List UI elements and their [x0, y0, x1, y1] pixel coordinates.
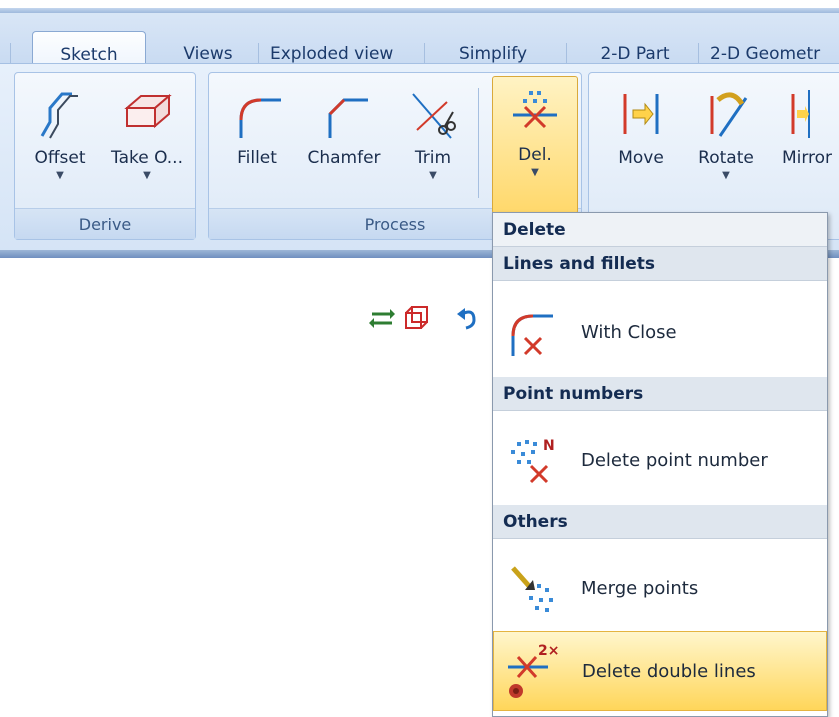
move-label: Move [618, 148, 664, 168]
menu-item-merge-points[interactable]: Merge points [493, 549, 827, 627]
menu-item-label: Delete double lines [582, 660, 756, 682]
menu-item-delete-point-number[interactable]: N Delete point number [493, 421, 827, 499]
offset-button[interactable]: Offset ▼ [24, 80, 96, 202]
take-over-label: Take O... [111, 148, 183, 168]
menu-item-label: With Close [581, 321, 677, 343]
tab-label: 2-D Geometr [710, 44, 821, 64]
badge-2x: 2× [538, 643, 559, 659]
trim-label: Trim [414, 148, 452, 168]
fillet-button[interactable]: Fillet [222, 80, 292, 202]
group-separator [478, 88, 479, 198]
rotate-button[interactable]: Rotate ▼ [686, 80, 766, 202]
tab-label: Simplify [458, 44, 528, 64]
delete-dropdown-menu: Delete Lines and fillets With Close Poin… [492, 212, 828, 717]
chevron-down-icon: ▼ [722, 170, 730, 181]
fillet-icon [239, 98, 281, 138]
chevron-down-icon: ▼ [143, 170, 151, 181]
group-label-derive: Derive [15, 208, 195, 239]
delete-icon [513, 91, 557, 129]
menu-item-delete-double-lines[interactable]: 2× Delete double lines [493, 631, 827, 711]
section-header-point-numbers: Point numbers [493, 377, 827, 411]
mirror-icon [791, 90, 810, 138]
with-close-icon [511, 314, 553, 356]
tab-separator [258, 43, 259, 65]
tab-label: 2-D Part [600, 44, 670, 64]
chevron-down-icon: ▼ [531, 167, 539, 178]
delete-button[interactable]: Del. ▼ [492, 76, 578, 214]
box-view-icon[interactable] [402, 304, 430, 332]
chevron-down-icon: ▼ [429, 170, 437, 181]
tab-separator [698, 43, 699, 65]
menu-item-label: Merge points [581, 577, 699, 599]
tab-label: Sketch [60, 45, 118, 65]
trim-icon [412, 93, 456, 139]
tab-label: Exploded view [270, 44, 394, 64]
tab-label: Views [183, 44, 233, 64]
delete-double-lines-icon: 2× [508, 643, 559, 698]
menu-title: Delete [493, 213, 827, 247]
chamfer-button[interactable]: Chamfer [296, 80, 392, 202]
move-icon [623, 94, 659, 134]
chamfer-label: Chamfer [307, 148, 381, 168]
offset-icon [40, 92, 78, 139]
delete-label: Del. [518, 145, 552, 165]
mirror-label: Mirror [781, 148, 833, 168]
delete-point-number-icon: N [511, 438, 555, 484]
section-header-others: Others [493, 505, 827, 539]
tab-separator [424, 43, 425, 65]
swap-icon[interactable] [368, 304, 396, 332]
menu-item-label: Delete point number [581, 449, 768, 471]
take-over-icon [124, 93, 172, 129]
offset-label: Offset [34, 148, 86, 168]
move-button[interactable]: Move [608, 80, 674, 202]
badge-n: N [543, 438, 555, 454]
tab-separator [10, 43, 11, 65]
take-over-button[interactable]: Take O... ▼ [106, 80, 188, 202]
undo-icon[interactable] [454, 304, 482, 332]
fillet-label: Fillet [237, 148, 277, 168]
ribbon-tab-row: Sketch Views Exploded view Simplify 2-D … [0, 13, 839, 78]
merge-points-icon [511, 566, 553, 612]
trim-button[interactable]: Trim ▼ [400, 80, 466, 202]
chamfer-icon [328, 98, 368, 138]
rotate-label: Rotate [698, 148, 754, 168]
rotate-icon [710, 92, 748, 137]
mirror-button[interactable]: Mirror [772, 80, 839, 202]
tab-separator [566, 43, 567, 65]
chevron-down-icon: ▼ [56, 170, 64, 181]
menu-item-with-close[interactable]: With Close [493, 293, 827, 371]
section-header-lines-and-fillets: Lines and fillets [493, 247, 827, 281]
